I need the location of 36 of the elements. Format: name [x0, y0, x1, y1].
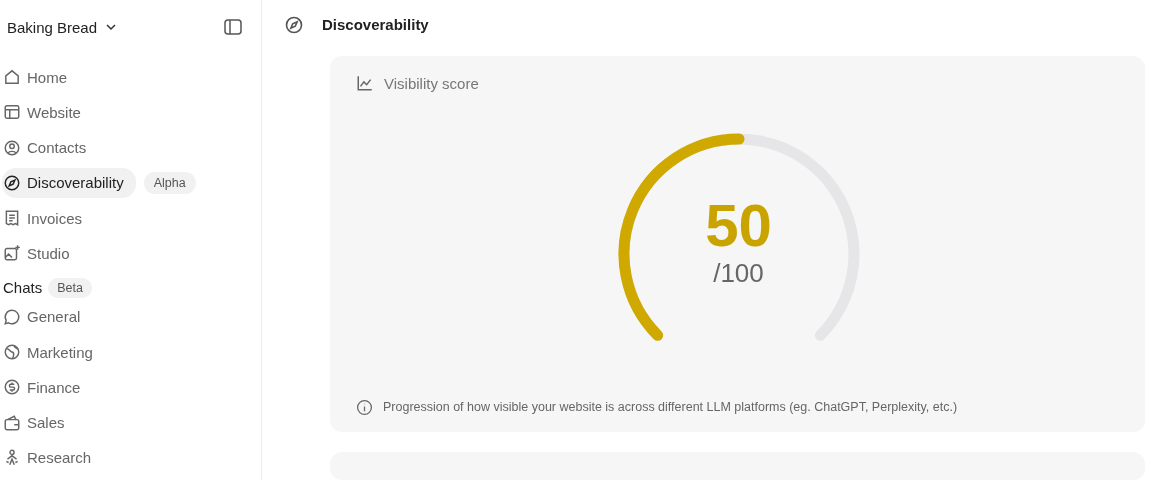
image-sparkle-icon [3, 244, 21, 263]
card-title: Visibility score [384, 74, 479, 92]
line-chart-icon [356, 74, 374, 93]
nav-item[interactable]: Contacts [2, 132, 99, 163]
nav-item[interactable]: Home [2, 62, 79, 92]
chat-bubble-icon [3, 307, 21, 326]
user-circle-icon [3, 138, 21, 157]
beta-badge: Beta [48, 277, 92, 298]
chat-item[interactable]: Research [2, 442, 104, 473]
nav-item[interactable]: Discoverability [2, 167, 136, 198]
person-icon [3, 448, 21, 467]
chat-item[interactable]: Marketing [2, 337, 105, 368]
workspace-switcher[interactable]: Baking Bread [7, 18, 118, 36]
globe-icon [3, 343, 21, 362]
nav-item[interactable]: Invoices [2, 203, 95, 234]
nav-item[interactable]: Website [2, 97, 93, 128]
chevron-down-icon [105, 21, 118, 33]
sidebar-toggle-icon[interactable] [223, 17, 243, 37]
compass-icon [284, 14, 304, 35]
receipt-icon [3, 209, 21, 228]
chat-item[interactable]: Finance [2, 372, 93, 403]
layout-icon [3, 103, 21, 122]
compass-icon [3, 173, 21, 192]
nav-item[interactable]: Studio [2, 238, 82, 269]
chat-item[interactable]: General [2, 301, 93, 332]
score-max: /100 [713, 258, 764, 290]
score-value: 50 [705, 196, 772, 257]
info-icon [356, 398, 373, 416]
home-icon [3, 68, 21, 86]
chat-item[interactable]: Sales [2, 407, 77, 438]
dollar-icon [3, 378, 21, 397]
wallet-icon [3, 413, 21, 432]
card-note: Progression of how visible your website is across different LLM platforms (eg. ChatGPT, Perplexity, etc.) [383, 400, 958, 415]
alpha-badge: Alpha [143, 172, 196, 195]
section-heading: Chats [3, 279, 43, 297]
page-title: Discoverability [322, 16, 429, 34]
